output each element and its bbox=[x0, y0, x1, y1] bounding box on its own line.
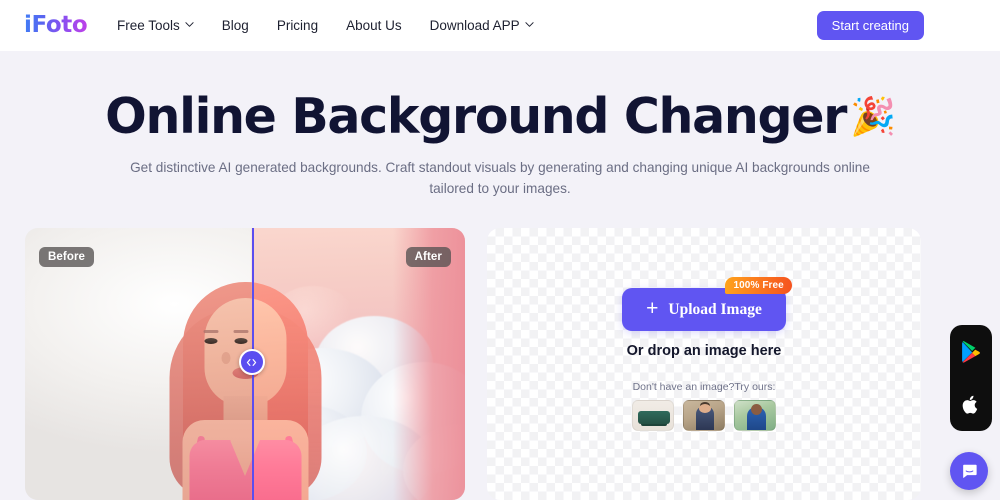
upload-button-wrap: + Upload Image 100% Free bbox=[622, 277, 792, 331]
nav-item-label: Blog bbox=[221, 18, 249, 33]
page-title-text: Online Background Changer bbox=[105, 88, 847, 145]
intercom-chat-icon bbox=[962, 464, 977, 478]
nav-item-label: About Us bbox=[346, 18, 402, 33]
sample-green-sofa[interactable] bbox=[632, 400, 674, 431]
nav-item-label: Pricing bbox=[276, 18, 319, 33]
nav-item-download-app[interactable]: Download APP bbox=[416, 0, 548, 51]
chevron-down-icon bbox=[185, 20, 194, 29]
chevron-down-icon bbox=[525, 20, 534, 29]
site-header: iFoto Free Tools Blog Pricing About Us D… bbox=[0, 0, 1000, 51]
left-right-chevrons-icon bbox=[246, 358, 257, 366]
upload-panel[interactable]: + Upload Image 100% Free Or drop an imag… bbox=[487, 228, 921, 500]
nav-item-label: Download APP bbox=[429, 18, 520, 33]
nav-item-about-us[interactable]: About Us bbox=[332, 0, 416, 51]
page-title: Online Background Changer 🎉 bbox=[0, 88, 1000, 145]
chat-widget-button[interactable] bbox=[950, 452, 988, 490]
free-badge: 100% Free bbox=[725, 277, 792, 294]
drop-hint: Or drop an image here bbox=[626, 343, 782, 359]
app-download-dock bbox=[950, 325, 992, 431]
nav-item-label: Free Tools bbox=[117, 18, 180, 33]
before-after-comparison[interactable]: Before After bbox=[25, 228, 465, 500]
panels-row: Before After + Upload Image 100% Free Or… bbox=[0, 228, 1000, 500]
hero-section: Online Background Changer 🎉 Get distincti… bbox=[0, 51, 1000, 199]
google-play-icon[interactable] bbox=[959, 340, 983, 364]
upload-image-button[interactable]: + Upload Image bbox=[622, 288, 786, 331]
sample-woman-blue-jacket[interactable] bbox=[734, 400, 776, 431]
upload-image-label: Upload Image bbox=[668, 300, 762, 318]
comparison-slider-handle[interactable] bbox=[238, 349, 265, 375]
page-subtitle: Get distinctive AI generated backgrounds… bbox=[130, 159, 870, 196]
after-badge: After bbox=[405, 247, 451, 267]
main-nav: Free Tools Blog Pricing About Us Downloa… bbox=[117, 0, 548, 51]
logo[interactable]: iFoto bbox=[24, 12, 88, 38]
nav-item-free-tools[interactable]: Free Tools bbox=[117, 0, 208, 51]
sample-thumbnails bbox=[632, 400, 776, 431]
nav-item-pricing[interactable]: Pricing bbox=[263, 0, 332, 51]
start-creating-button[interactable]: Start creating bbox=[816, 11, 924, 40]
before-badge: Before bbox=[39, 247, 95, 267]
nav-item-blog[interactable]: Blog bbox=[208, 0, 263, 51]
plus-icon: + bbox=[646, 297, 659, 320]
apple-icon[interactable] bbox=[959, 393, 983, 417]
party-popper-icon: 🎉 bbox=[850, 95, 896, 138]
samples-label: Don't have an image?Try ours: bbox=[632, 381, 776, 393]
sample-man-with-hat[interactable] bbox=[683, 400, 725, 431]
